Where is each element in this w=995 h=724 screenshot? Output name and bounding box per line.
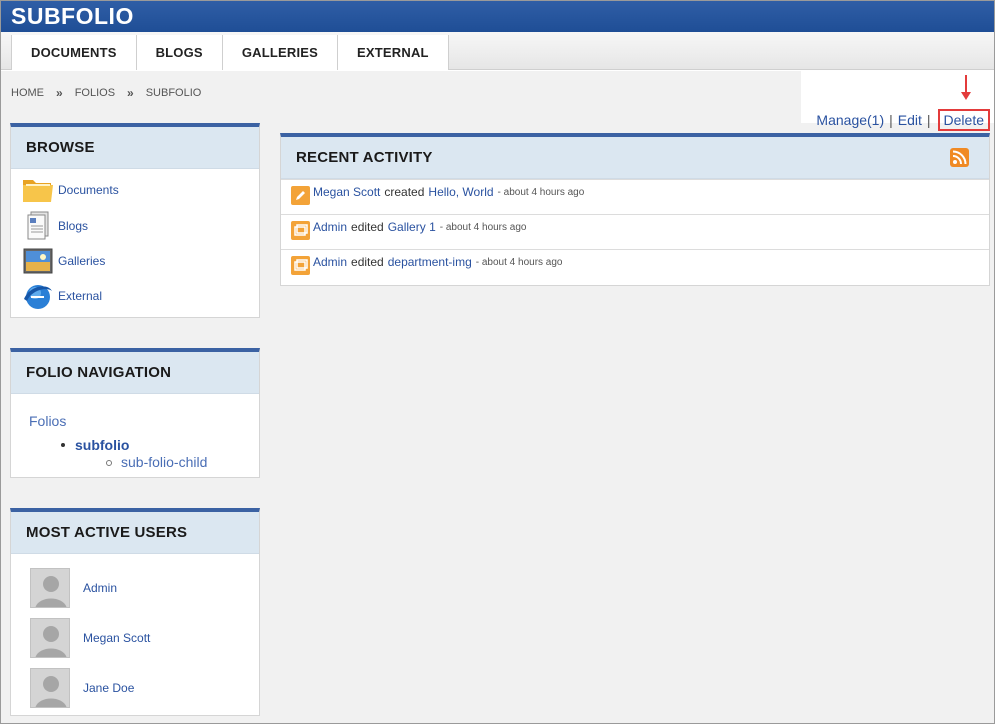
nav-tab-galleries[interactable]: GALLERIES (221, 35, 339, 70)
arrow-down-icon (961, 75, 971, 100)
breadcrumb-separator: » (127, 86, 134, 100)
folio-link-folios[interactable]: Folios (29, 413, 66, 429)
activity-item: Megan Scott created Hello, World - about… (281, 179, 989, 214)
user-name: Megan Scott (83, 631, 151, 645)
site-title[interactable]: SUBFOLIO (11, 3, 134, 30)
avatar (30, 618, 70, 658)
activity-user-link[interactable]: Admin (313, 220, 347, 234)
picture-icon (21, 246, 55, 276)
gallery-icon (291, 221, 310, 240)
activity-user-link[interactable]: Megan Scott (313, 185, 380, 199)
avatar (30, 568, 70, 608)
breadcrumb-home[interactable]: HOME (11, 87, 44, 99)
list-bullet (106, 460, 112, 466)
folio-navigation-widget: FOLIO NAVIGATION Folios subfolio sub-fol… (10, 348, 260, 478)
browse-blogs[interactable]: Blogs (21, 211, 88, 241)
activity-timestamp: - about 4 hours ago (497, 187, 585, 198)
activity-item: Admin edited Gallery 1 - about 4 hours a… (281, 214, 989, 249)
user-row-jane-doe[interactable]: Jane Doe (30, 668, 134, 708)
activity-target-link[interactable]: Gallery 1 (388, 220, 436, 234)
list-bullet (61, 443, 65, 447)
activity-verb: created (384, 185, 425, 199)
activity-target-link[interactable]: Hello, World (428, 185, 493, 199)
breadcrumb: HOME » FOLIOS » SUBFOLIO (11, 86, 201, 100)
pencil-icon (291, 186, 310, 205)
breadcrumb-folios[interactable]: FOLIOS (75, 87, 115, 99)
user-row-megan-scott[interactable]: Megan Scott (30, 618, 150, 658)
gallery-icon (291, 256, 310, 275)
nav-tab-documents[interactable]: DOCUMENTS (11, 35, 137, 70)
activity-target-link[interactable]: department-img (388, 255, 472, 269)
breadcrumb-subfolio[interactable]: SUBFOLIO (146, 87, 202, 99)
globe-icon (21, 281, 55, 311)
activity-user-link[interactable]: Admin (313, 255, 347, 269)
document-icon (21, 211, 55, 241)
browse-external[interactable]: External (21, 281, 102, 311)
delete-highlight: Delete (937, 109, 990, 131)
activity-verb: edited (351, 220, 384, 234)
edit-link[interactable]: Edit (898, 112, 922, 128)
browse-item-label: Documents (58, 183, 119, 197)
browse-widget: BROWSE Documents Blogs Galleries Externa… (10, 123, 260, 318)
breadcrumb-separator: » (56, 86, 63, 100)
activity-verb: edited (351, 255, 384, 269)
manage-link[interactable]: Manage(1) (816, 112, 884, 128)
folio-actions: Manage(1) | Edit | Delete (816, 109, 990, 131)
folder-icon (21, 175, 55, 205)
activity-timestamp: - about 4 hours ago (439, 222, 527, 233)
most-active-users-title: MOST ACTIVE USERS (11, 512, 259, 554)
activity-timestamp: - about 4 hours ago (475, 257, 563, 268)
folio-link-sub-folio-child[interactable]: sub-folio-child (121, 454, 207, 470)
browse-item-label: Blogs (58, 219, 89, 233)
recent-activity-title: RECENT ACTIVITY (281, 137, 989, 179)
browse-galleries[interactable]: Galleries (21, 246, 105, 276)
most-active-users-widget: MOST ACTIVE USERS Admin Megan Scott Jane… (10, 508, 260, 716)
user-name: Jane Doe (83, 681, 135, 695)
folio-link-subfolio[interactable]: subfolio (75, 437, 129, 453)
action-separator: | (889, 112, 893, 128)
main-nav: DOCUMENTS BLOGS GALLERIES EXTERNAL (1, 32, 994, 70)
delete-link[interactable]: Delete (944, 112, 984, 128)
recent-activity-widget: RECENT ACTIVITY Megan Scott created Hell… (280, 133, 990, 286)
browse-item-label: Galleries (58, 254, 106, 268)
action-separator: | (926, 112, 931, 128)
user-name: Admin (83, 581, 118, 595)
nav-tab-blogs[interactable]: BLOGS (135, 35, 223, 70)
avatar (30, 668, 70, 708)
nav-tab-external[interactable]: EXTERNAL (337, 35, 449, 70)
rss-icon[interactable] (950, 148, 969, 167)
browse-item-label: External (58, 289, 103, 303)
browse-title: BROWSE (11, 127, 259, 169)
activity-item: Admin edited department-img - about 4 ho… (281, 249, 989, 284)
browse-documents[interactable]: Documents (21, 175, 119, 205)
user-row-admin[interactable]: Admin (30, 568, 117, 608)
folio-navigation-title: FOLIO NAVIGATION (11, 352, 259, 394)
site-header: SUBFOLIO (1, 1, 994, 32)
